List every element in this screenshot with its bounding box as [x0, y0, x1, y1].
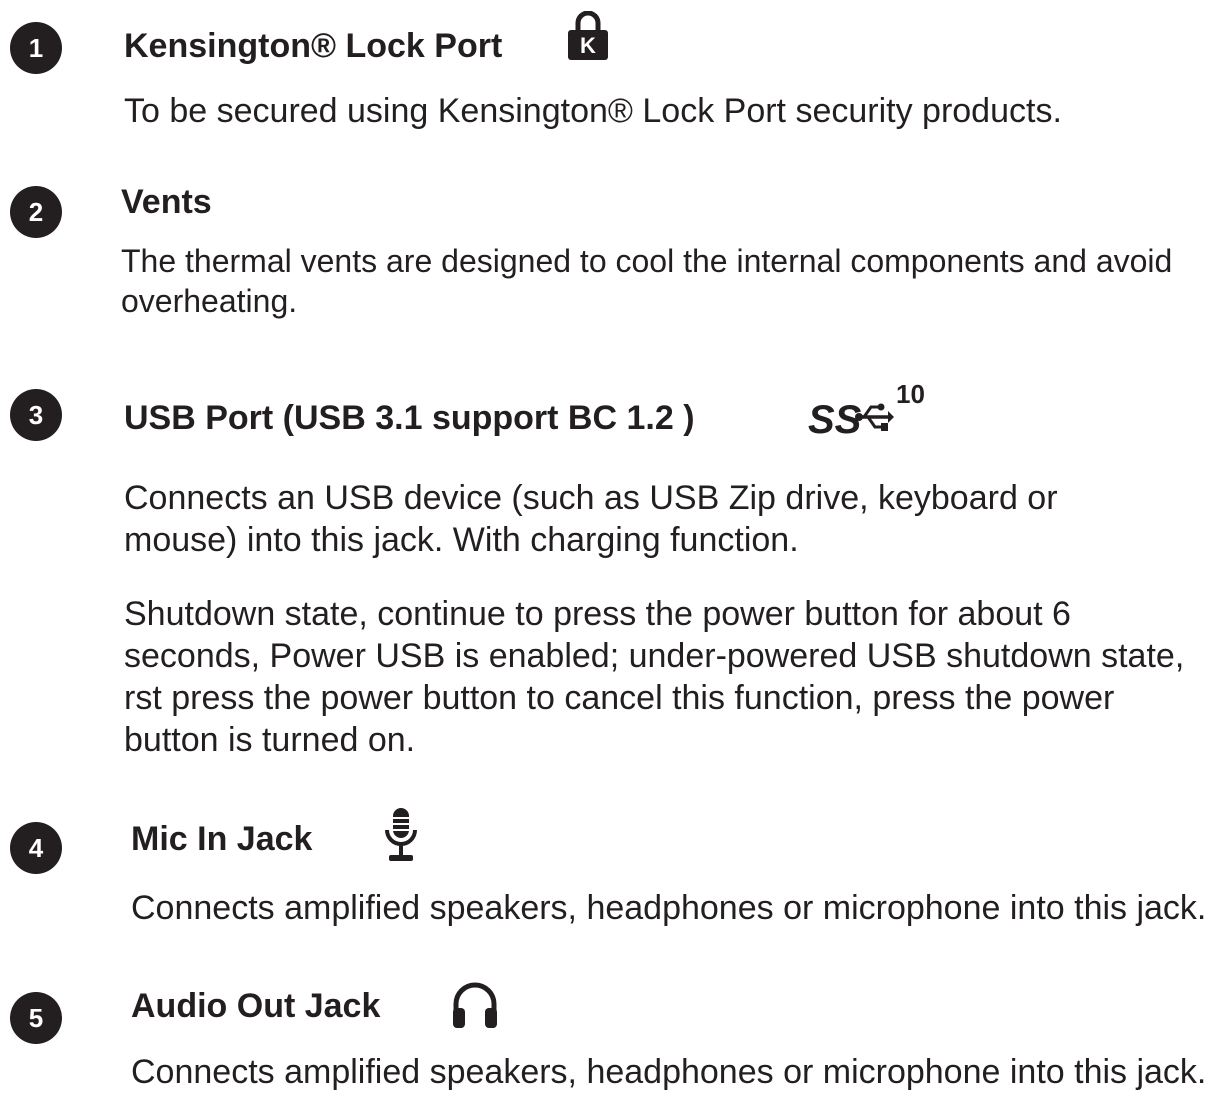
- kensington-lock-icon: K: [568, 11, 608, 60]
- item-number-badge-1: 1: [10, 22, 62, 74]
- usb-speed-superscript: 10: [896, 379, 925, 409]
- item-title-usb-port: USB Port (USB 3.1 support BC 1.2 ): [124, 399, 695, 437]
- microphone-icon: [385, 808, 417, 861]
- item-title-mic-in-jack: Mic In Jack: [131, 820, 313, 858]
- item-number-badge-3: 3: [10, 389, 62, 441]
- item-description-1: To be secured using Kensington® Lock Por…: [124, 92, 1062, 130]
- item-description-3b: Shutdown state, continue to press the po…: [124, 595, 1185, 759]
- item-title-kensington-lock-port: Kensington® Lock Port: [124, 27, 503, 65]
- item-description-5: Connects amplified speakers, headphones …: [131, 1053, 1207, 1091]
- item-description-3a: Connects an USB device (such as USB Zip …: [124, 479, 1058, 559]
- item-title-vents: Vents: [121, 183, 212, 221]
- item-description-2: The thermal vents are designed to cool t…: [121, 243, 1173, 319]
- item-title-audio-out-jack: Audio Out Jack: [131, 987, 381, 1025]
- item-number-badge-5: 5: [10, 992, 62, 1044]
- item-number-badge-4: 4: [10, 822, 62, 874]
- item-number-badge-2: 2: [10, 186, 62, 238]
- headphones-icon: [453, 982, 497, 1028]
- usb-superspeed-10-icon: SS 10: [808, 378, 948, 450]
- kensington-lock-letter: K: [580, 33, 596, 58]
- item-description-4: Connects amplified speakers, headphones …: [131, 889, 1207, 927]
